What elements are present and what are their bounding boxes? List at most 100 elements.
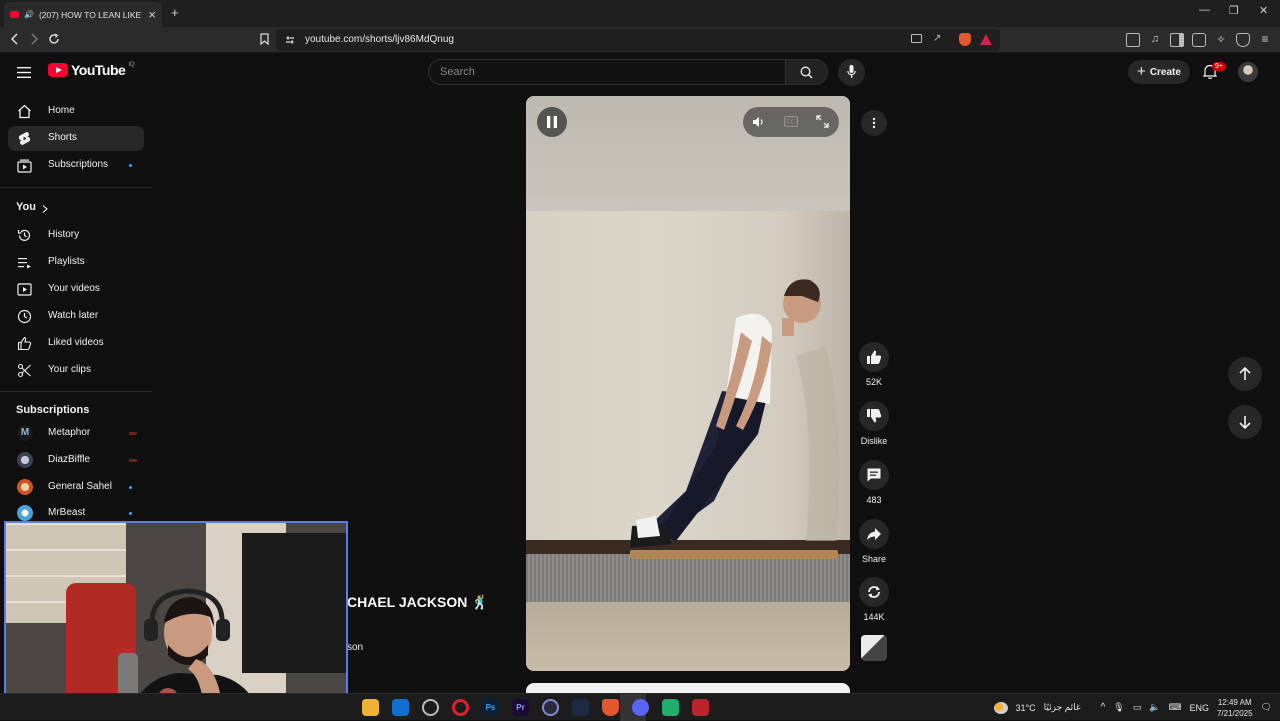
sidebar-icon[interactable] (1170, 33, 1184, 47)
next-short-peek (526, 683, 850, 693)
music-icon[interactable]: ♫ (1148, 33, 1162, 47)
search-button[interactable] (786, 59, 828, 85)
arrow-up-icon (1239, 367, 1251, 380)
reading-mode-icon[interactable] (1126, 33, 1140, 47)
network-icon[interactable]: ▭ (1133, 702, 1142, 713)
more-options-button[interactable] (861, 110, 887, 136)
outlook-icon[interactable] (392, 699, 409, 716)
hamburger-menu-icon[interactable] (17, 67, 31, 78)
pause-button[interactable] (537, 107, 567, 137)
forward-icon[interactable] (28, 33, 40, 45)
window-close-icon[interactable]: ✕ (1259, 4, 1268, 17)
reload-icon[interactable] (48, 33, 60, 45)
next-short-button[interactable] (1228, 405, 1262, 439)
voice-search-button[interactable] (838, 59, 865, 86)
remix-count: 144K (863, 612, 885, 622)
account-avatar[interactable] (1238, 62, 1258, 82)
sidebar-item-label: History (48, 229, 80, 240)
sidebar-item-your-videos[interactable]: Your videos (8, 277, 144, 302)
sidebar: Home Shorts Subscriptions You History Pl… (0, 93, 152, 523)
obs-icon[interactable] (542, 699, 559, 716)
comments-button[interactable] (859, 460, 889, 490)
sidebar-item-history[interactable]: History (8, 223, 144, 248)
red-app-icon[interactable] (692, 699, 709, 716)
captions-icon[interactable]: CC (784, 116, 798, 127)
like-button[interactable] (859, 342, 889, 372)
youtube-logo[interactable]: YouTube IQ (48, 62, 135, 78)
dislike-button[interactable] (859, 401, 889, 431)
weather-condition[interactable]: غائم جزئيًا (1044, 702, 1081, 713)
sidebar-you-heading[interactable]: You (8, 196, 144, 221)
search-input[interactable]: Search (428, 59, 786, 85)
youtube-logo-icon (48, 63, 68, 77)
brave-icon[interactable] (602, 699, 619, 716)
volume-icon[interactable] (752, 116, 764, 128)
keyboard-icon[interactable]: ⌨ (1168, 702, 1181, 713)
share-button[interactable] (859, 519, 889, 549)
search-icon (800, 66, 813, 79)
notification-center-icon[interactable]: 🗨 (1261, 702, 1272, 713)
photoshop-icon[interactable]: Ps (482, 699, 499, 716)
volume-tray-icon[interactable]: 🔈 (1149, 702, 1160, 713)
address-bar-row: youtube.com/shorts/ljv86MdQnug ↗ ♫ ✧ ≡ (0, 27, 1280, 53)
plus-icon: + (1137, 63, 1146, 80)
create-button[interactable]: + Create (1128, 60, 1190, 84)
brave-rewards-icon[interactable] (980, 34, 992, 45)
cast-icon[interactable] (911, 34, 922, 43)
sidebar-item-subscriptions[interactable]: Subscriptions (8, 153, 144, 178)
vpn-icon[interactable] (1236, 33, 1250, 47)
brave-shields-icon[interactable] (959, 33, 971, 46)
wallet-icon[interactable] (1192, 33, 1206, 47)
speaker-icon[interactable]: 🔊 (24, 10, 34, 19)
sidebar-divider (0, 391, 152, 392)
playlists-icon (18, 258, 31, 269)
remix-button[interactable] (859, 577, 889, 607)
create-label: Create (1149, 66, 1181, 78)
sidebar-sub-metaphor[interactable]: M Metaphor (8, 421, 144, 446)
sidebar-sub-diazbiffle[interactable]: DiazBiffle (8, 448, 144, 473)
share-page-icon[interactable]: ↗ (933, 33, 941, 44)
sidebar-item-home[interactable]: Home (8, 99, 144, 124)
back-icon[interactable] (9, 33, 21, 45)
sidebar-item-watch-later[interactable]: Watch later (8, 304, 144, 329)
like-action: 52K (859, 342, 889, 387)
new-tab-button[interactable]: + (171, 6, 179, 19)
short-channel-name[interactable]: son (347, 642, 363, 653)
browser-tab[interactable]: 🔊 (207) HOW TO LEAN LIKE MI × (4, 2, 162, 27)
premiere-icon[interactable]: Pr (512, 699, 529, 716)
menu-icon[interactable]: ≡ (1258, 33, 1272, 47)
steam-icon[interactable] (572, 699, 589, 716)
url-field[interactable]: youtube.com/shorts/ljv86MdQnug ↗ (276, 29, 1000, 51)
svg-text:CC: CC (787, 120, 795, 126)
sidebar-item-playlists[interactable]: Playlists (8, 250, 144, 275)
sidebar-item-shorts[interactable]: Shorts (8, 126, 144, 151)
minimize-icon[interactable]: — (1199, 4, 1210, 16)
leo-ai-icon[interactable]: ✧ (1214, 33, 1228, 47)
sound-thumbnail[interactable] (861, 635, 887, 661)
thumbs-up-icon (867, 350, 882, 364)
previous-short-button[interactable] (1228, 357, 1262, 391)
shorts-video-player[interactable]: CC (526, 96, 850, 671)
clock[interactable]: 12:49 AM 7/21/2025 (1217, 697, 1253, 719)
weather-temp[interactable]: 31°C (1016, 703, 1036, 713)
store-icon[interactable] (362, 699, 379, 716)
language-indicator[interactable]: ENG (1189, 703, 1209, 713)
weather-icon[interactable] (993, 701, 1008, 714)
sidebar-sub-general-sahel[interactable]: General Sahel (8, 475, 144, 500)
bookmark-icon[interactable] (259, 33, 270, 45)
sidebar-item-liked-videos[interactable]: Liked videos (8, 331, 144, 356)
fullscreen-icon[interactable] (816, 115, 829, 128)
discord-icon[interactable] (632, 699, 649, 716)
opera-icon[interactable] (452, 699, 469, 716)
site-info-icon[interactable] (285, 35, 295, 45)
history-icon (17, 229, 31, 241)
close-tab-icon[interactable]: × (148, 8, 156, 21)
you-heading: You (16, 201, 36, 213)
sidebar-item-your-clips[interactable]: Your clips (8, 358, 144, 383)
restore-icon[interactable]: ❐ (1229, 4, 1239, 17)
microphone-tray-icon[interactable]: 🎙 (1113, 702, 1124, 713)
chevron-up-icon[interactable]: ^ (1101, 702, 1106, 713)
short-title[interactable]: CHAEL JACKSON 🕺 (347, 594, 489, 611)
chat-app-icon[interactable] (662, 699, 679, 716)
chrome-like-icon[interactable] (422, 699, 439, 716)
